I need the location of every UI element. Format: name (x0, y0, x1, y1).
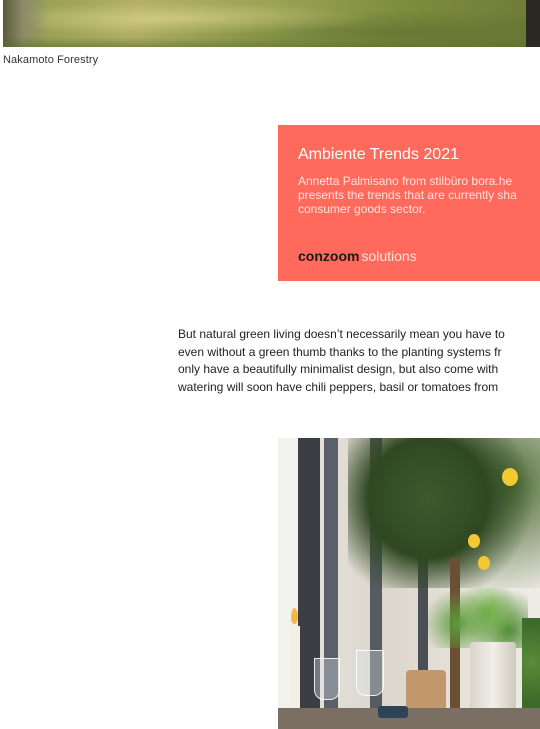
photo-chair (406, 670, 446, 710)
page: Nakamoto Forestry Ambiente Trends 2021 A… (0, 0, 540, 729)
photo-candle-flame (291, 608, 298, 624)
promo-title: Ambiente Trends 2021 (298, 146, 459, 163)
photo-table (278, 708, 540, 729)
photo-napkin (378, 706, 408, 718)
photo-lemon-tree (348, 438, 540, 588)
article-paragraph: But natural green living doesn’t necessa… (178, 326, 540, 396)
brand-name-bold: conzoom (298, 248, 360, 264)
photo-wine-glass (314, 658, 340, 700)
conzoom-solutions-logo: conzoom solutions (298, 248, 417, 264)
photo-lemon (502, 468, 518, 486)
photo-lemon (468, 534, 480, 548)
photo-grass (3, 37, 540, 47)
forest-photo (3, 0, 540, 47)
ambiente-trends-promo[interactable]: Ambiente Trends 2021 Annetta Palmisano f… (278, 125, 540, 281)
photo-caption: Nakamoto Forestry (3, 54, 99, 66)
promo-text-line: presents the trends that are currently s… (298, 188, 517, 202)
promo-text-line: consumer goods sector. (298, 202, 426, 216)
paragraph-line: even without a green thumb thanks to the… (178, 344, 502, 359)
photo-tree-trunk (526, 0, 540, 47)
photo-lemon (478, 556, 490, 570)
photo-basil-plant (428, 588, 528, 648)
dining-table-plants-photo (278, 438, 540, 729)
photo-wine-glass (356, 650, 384, 696)
paragraph-line: watering will soon have chili peppers, b… (178, 379, 499, 394)
paragraph-line: But natural green living doesn’t necessa… (178, 327, 505, 341)
paragraph-line: only have a beautifully minimalist desig… (178, 362, 499, 376)
promo-text-line: Annetta Palmisano from stilbüro bora.he (298, 174, 513, 188)
promo-text: Annetta Palmisano from stilbüro bora.he … (298, 174, 540, 216)
brand-name-light: solutions (361, 248, 417, 264)
